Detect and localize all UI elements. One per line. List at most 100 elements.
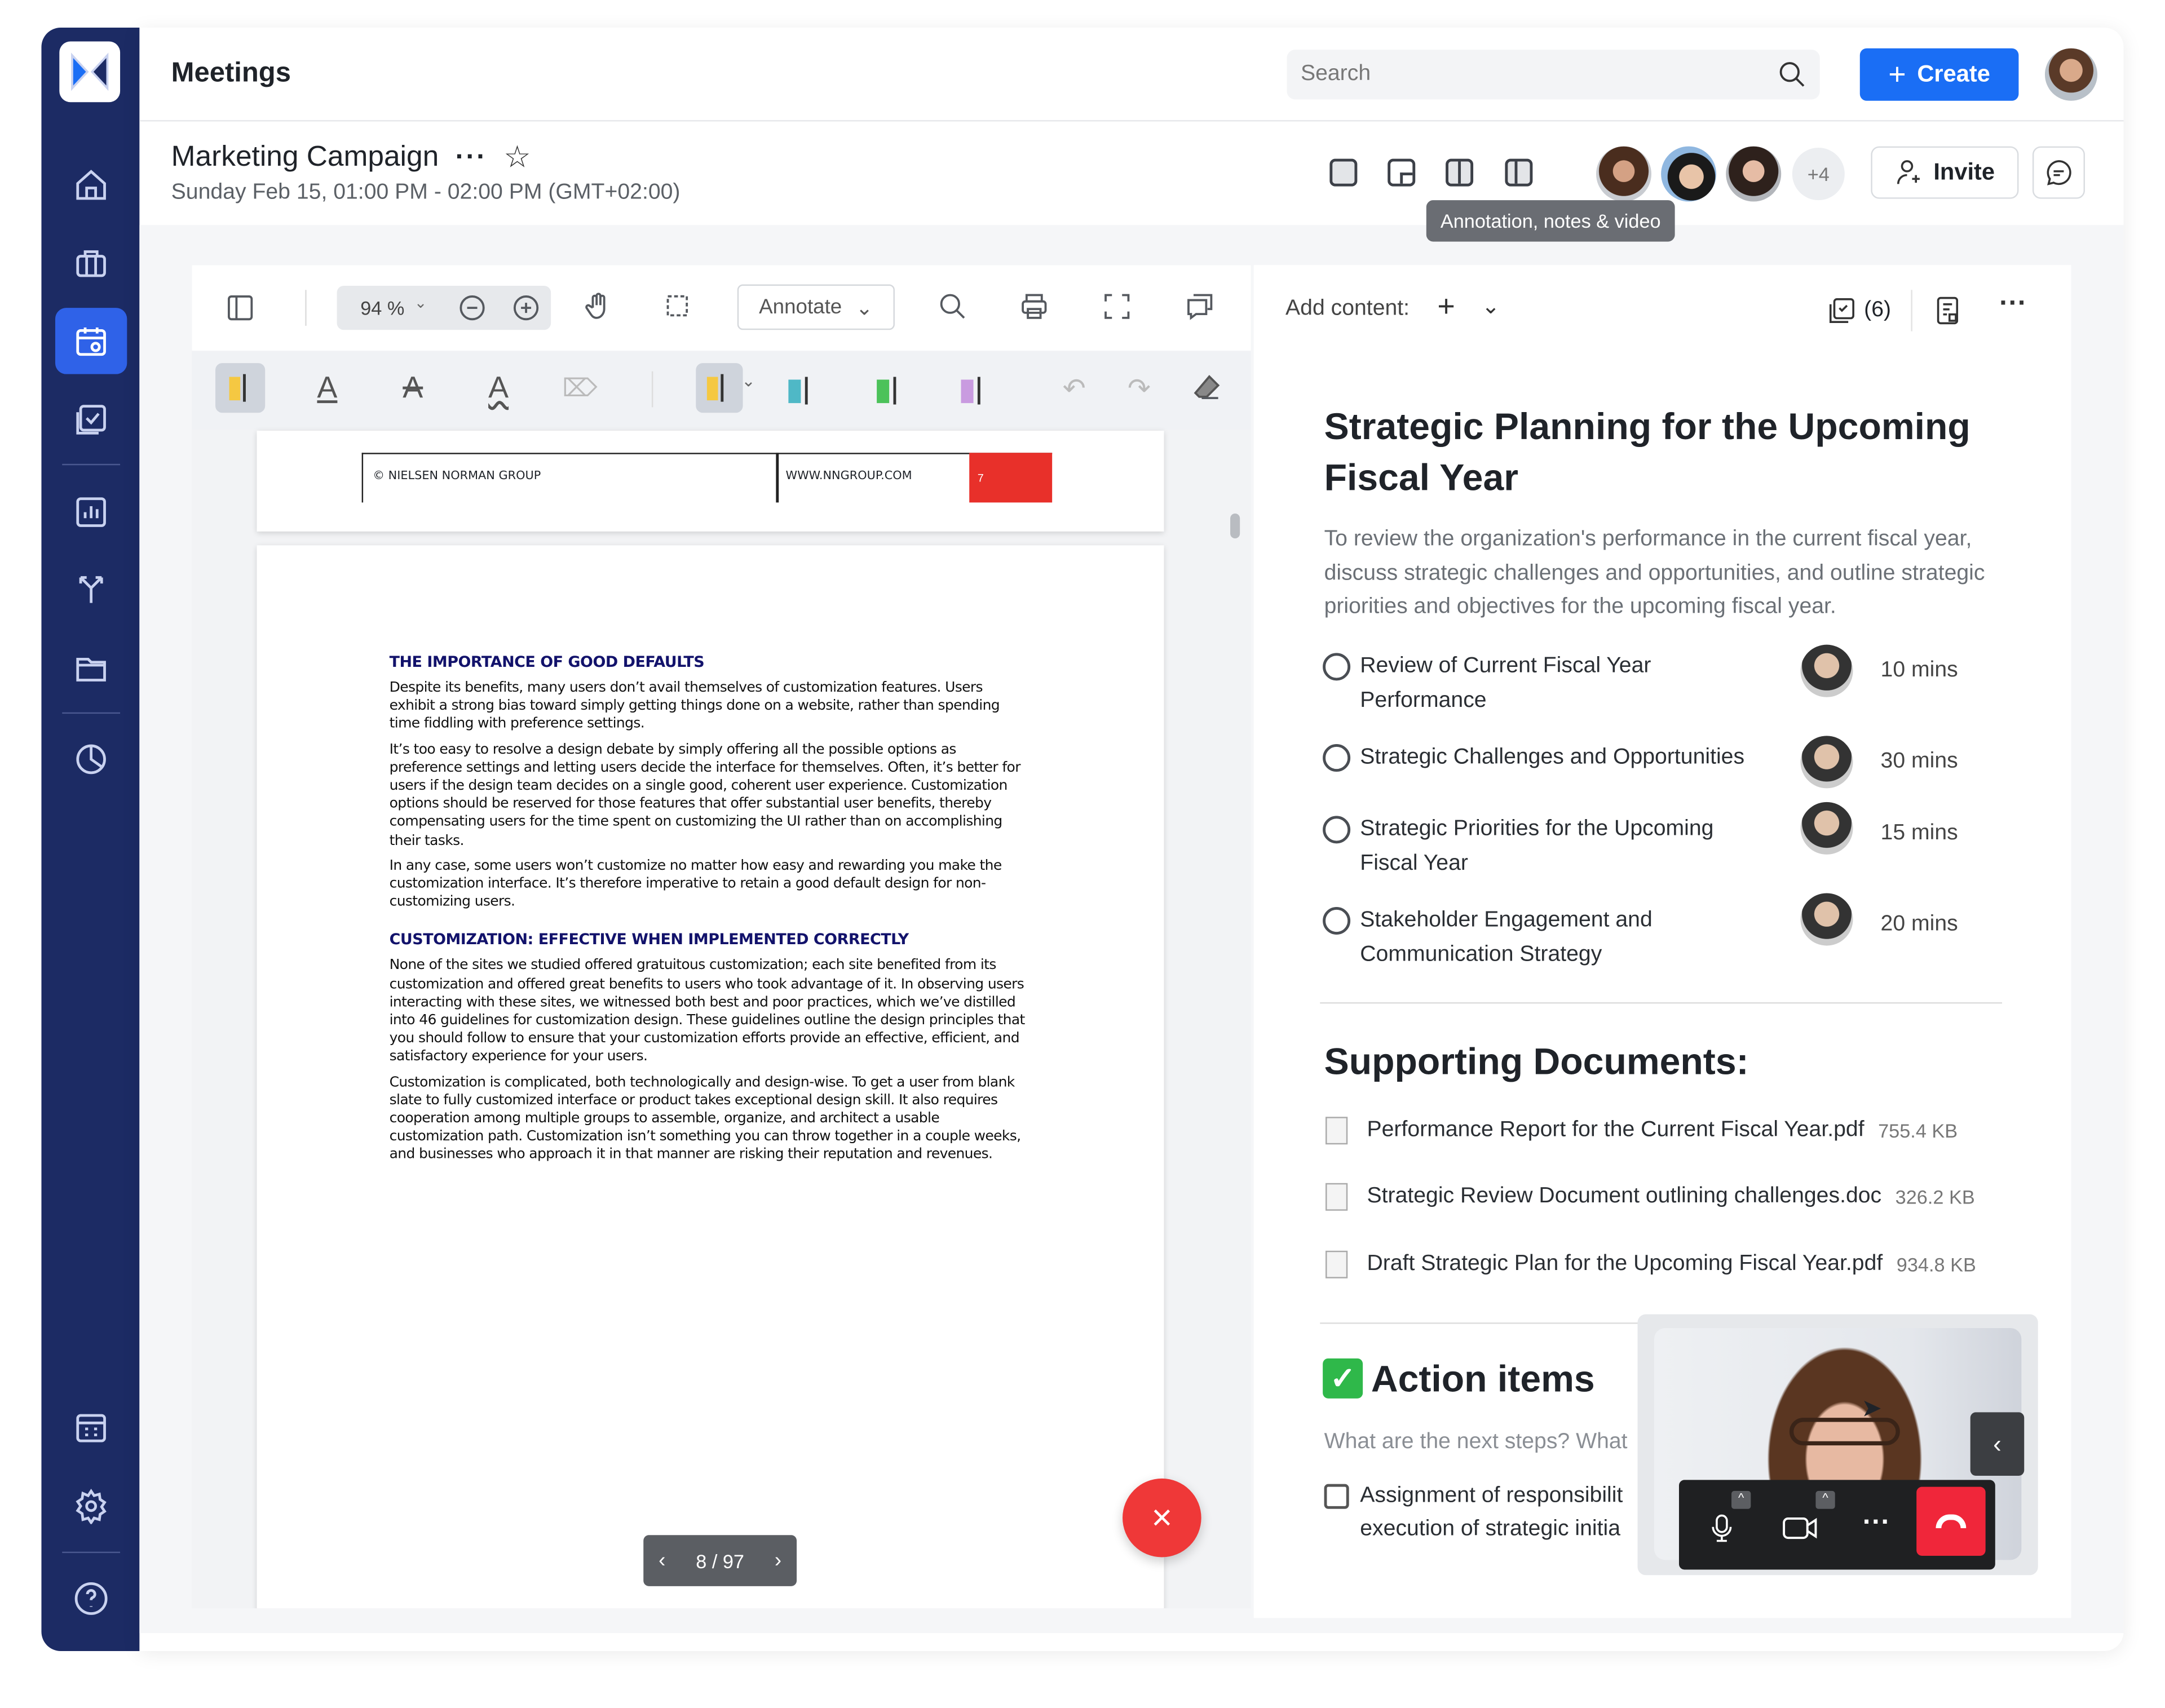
next-page-icon[interactable]: ›	[775, 1549, 781, 1573]
search-icon[interactable]	[1775, 58, 1809, 91]
star-icon[interactable]: ☆	[503, 139, 531, 175]
shape-tool-icon[interactable]: ⌦	[562, 371, 597, 405]
agenda-description: To review the organization's performance…	[1324, 527, 1985, 619]
page-title: Meetings	[171, 57, 291, 89]
underline-icon[interactable]: A	[310, 369, 346, 408]
close-annotation-button[interactable]: ×	[1123, 1478, 1201, 1557]
layout-single-icon[interactable]	[1329, 158, 1358, 187]
plus-icon: +	[1888, 56, 1906, 91]
invite-label: Invite	[1933, 158, 1995, 185]
strikethrough-icon[interactable]: A	[395, 369, 431, 408]
create-button[interactable]: + Create	[1859, 48, 2019, 101]
search-icon[interactable]	[935, 289, 971, 325]
chevron-down-icon[interactable]: ⌄	[741, 371, 755, 391]
pie-chart-icon[interactable]	[72, 740, 111, 779]
layout-annotation-icon[interactable]	[1505, 158, 1533, 187]
end-call-button[interactable]	[1916, 1486, 1986, 1556]
action-items-input[interactable]: What are the next steps? What	[1324, 1430, 1628, 1455]
file-icon	[1325, 1117, 1348, 1145]
highlight-color-purple[interactable]	[961, 379, 974, 404]
tasks-icon[interactable]	[72, 400, 111, 439]
chart-icon[interactable]	[72, 493, 111, 532]
cursor-icon: ➤	[1861, 1394, 1883, 1422]
comments-icon[interactable]	[1182, 289, 1218, 325]
print-icon[interactable]	[1016, 289, 1052, 325]
document-item[interactable]: Strategic Review Document outlining chal…	[1325, 1183, 1975, 1211]
help-icon[interactable]	[72, 1579, 111, 1618]
calendar-icon[interactable]	[72, 322, 111, 361]
more-participants-badge[interactable]: +4	[1792, 148, 1845, 201]
add-content-plus-icon[interactable]: +	[1437, 289, 1455, 325]
notes-template-icon[interactable]	[1933, 294, 1964, 334]
video-call-widget[interactable]: ➤ ‹ ^ ^ ···	[1637, 1314, 2038, 1576]
zoom-in-icon[interactable]	[511, 293, 541, 323]
annotate-dropdown[interactable]: Annotate ⌄	[737, 284, 895, 330]
highlight-color-yellow[interactable]	[696, 363, 743, 413]
scrollbar[interactable]	[1230, 514, 1240, 539]
user-avatar[interactable]	[2044, 48, 2098, 101]
prev-page-icon[interactable]: ‹	[659, 1549, 665, 1573]
participant-avatar[interactable]	[1596, 146, 1652, 202]
paragraph: Despite its benefits, many users don’t a…	[389, 680, 1000, 732]
document-name[interactable]: Performance Report for the Current Fisca…	[1367, 1118, 1864, 1143]
agenda-item-text: Strategic Challenges and Opportunities	[1360, 745, 1745, 769]
building-icon[interactable]	[72, 1408, 111, 1447]
agenda-checkbox[interactable]	[1323, 816, 1351, 844]
more-options-icon[interactable]: ···	[1863, 1507, 1890, 1539]
presenter-avatar	[1800, 893, 1853, 946]
participant-avatar[interactable]	[1726, 146, 1782, 202]
layout-pip-icon[interactable]	[1388, 158, 1416, 187]
document-name[interactable]: Strategic Review Document outlining chal…	[1367, 1184, 1882, 1209]
agenda-checkbox[interactable]	[1323, 653, 1351, 681]
document-item[interactable]: Performance Report for the Current Fisca…	[1325, 1117, 1958, 1145]
add-content-label: Add content:	[1285, 297, 1410, 321]
chat-button[interactable]	[2032, 146, 2085, 199]
mic-options-chevron-up-icon[interactable]: ^	[1731, 1490, 1751, 1509]
document-name[interactable]: Draft Strategic Plan for the Upcoming Fi…	[1367, 1252, 1883, 1277]
camera-icon[interactable]	[1781, 1510, 1820, 1553]
branch-icon[interactable]	[72, 570, 111, 609]
folder-icon[interactable]	[72, 649, 111, 688]
select-area-icon[interactable]	[660, 289, 696, 325]
camera-options-chevron-up-icon[interactable]: ^	[1815, 1490, 1835, 1509]
agenda-checkbox[interactable]	[1323, 906, 1351, 935]
gear-icon[interactable]	[72, 1487, 111, 1526]
section-heading: CUSTOMIZATION: EFFECTIVE WHEN IMPLEMENTE…	[389, 931, 909, 949]
zoom-out-icon[interactable]	[457, 293, 488, 323]
highlight-tool[interactable]	[215, 363, 266, 413]
more-options-icon[interactable]: ···	[456, 141, 487, 173]
undo-icon[interactable]: ↶	[1058, 371, 1091, 405]
microphone-icon[interactable]	[1707, 1510, 1737, 1553]
participant-avatar[interactable]	[1661, 146, 1717, 202]
search-input[interactable]: Search	[1287, 50, 1820, 100]
tasks-count-button[interactable]: (6)	[1827, 295, 1891, 326]
chevron-down-icon[interactable]: ⌄	[414, 294, 427, 312]
more-options-icon[interactable]: ···	[1999, 289, 2027, 320]
page-indicator[interactable]: 8 / 97	[696, 1550, 744, 1572]
eraser-icon[interactable]	[1190, 371, 1223, 405]
squiggly-icon[interactable]: A	[480, 369, 516, 408]
collapse-video-button[interactable]: ‹	[1970, 1412, 2025, 1476]
invite-button[interactable]: Invite	[1871, 146, 2019, 199]
app-logo[interactable]	[59, 41, 121, 103]
document-item[interactable]: Draft Strategic Plan for the Upcoming Fi…	[1325, 1250, 1976, 1278]
fullscreen-icon[interactable]	[1099, 289, 1135, 325]
layout-split-icon[interactable]	[1446, 158, 1474, 187]
file-icon	[1325, 1183, 1348, 1211]
highlight-color-green[interactable]	[877, 379, 890, 404]
sidebar-toggle-icon[interactable]	[222, 290, 258, 326]
agenda-duration: 15 mins	[1880, 821, 1958, 845]
zoom-level-select[interactable]: 94 %	[360, 297, 404, 319]
highlight-color-teal[interactable]	[788, 379, 801, 404]
redo-icon[interactable]: ↷	[1123, 371, 1156, 405]
agenda-checkbox[interactable]	[1323, 744, 1351, 772]
annotate-label: Annotate	[759, 295, 842, 319]
chevron-down-icon[interactable]: ⌄	[1482, 293, 1500, 320]
agenda-duration: 10 mins	[1880, 658, 1958, 682]
action-item-checkbox[interactable]	[1324, 1484, 1349, 1509]
home-icon[interactable]	[72, 166, 111, 205]
file-icon	[1325, 1250, 1348, 1278]
briefcase-icon[interactable]	[72, 244, 111, 283]
pan-hand-icon[interactable]	[580, 289, 616, 325]
tooltip: Annotation, notes & video	[1426, 200, 1675, 242]
